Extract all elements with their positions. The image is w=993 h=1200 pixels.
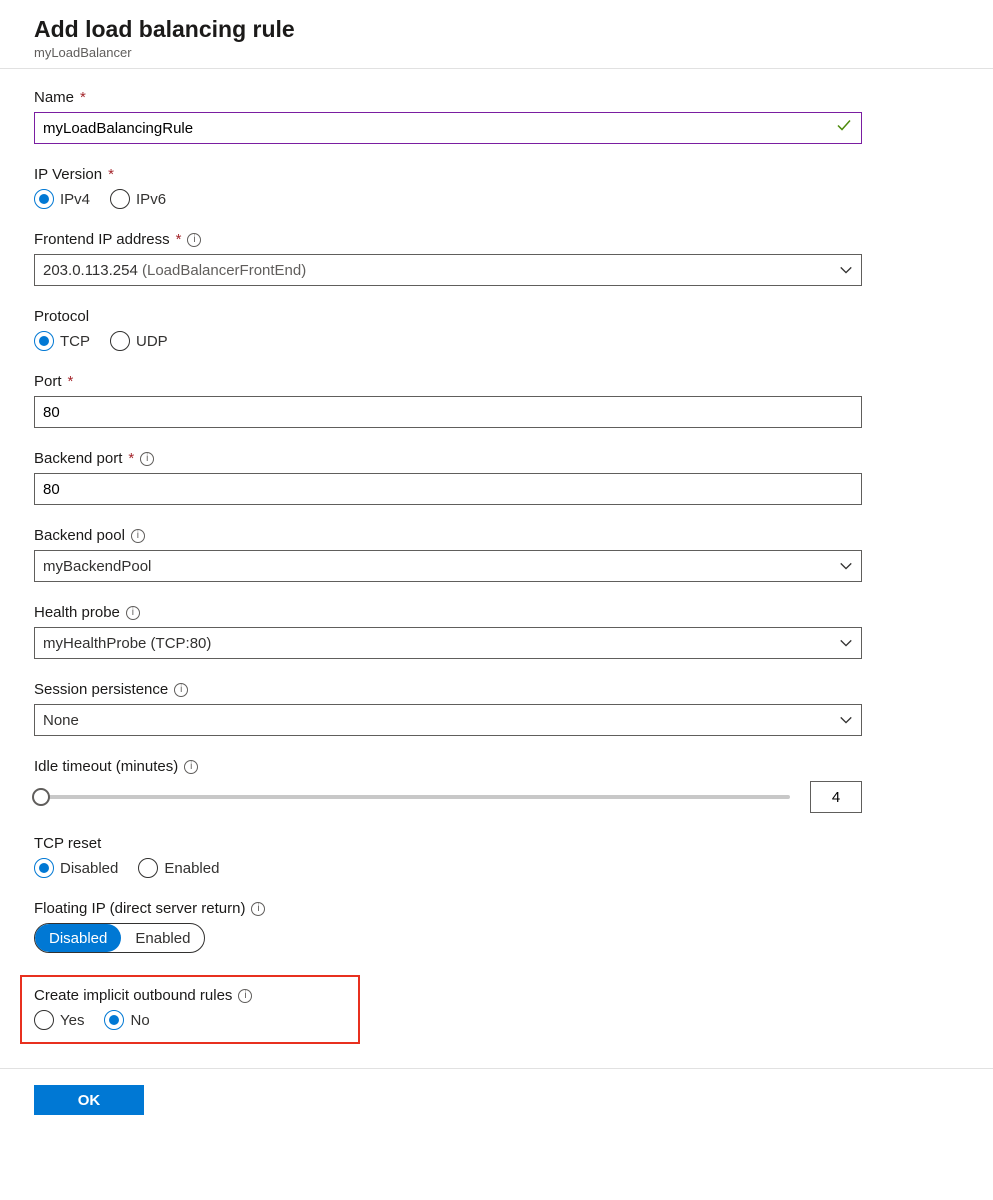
frontend-ip-label: Frontend IP address	[34, 231, 170, 248]
tcp-reset-label: TCP reset	[34, 835, 101, 852]
highlight-outbound-rules: Create implicit outbound rules i Yes No	[20, 975, 360, 1044]
frontend-ip-name: (LoadBalancerFrontEnd)	[138, 262, 306, 279]
radio-label-tcp: TCP	[60, 333, 90, 350]
radio-label-udp: UDP	[136, 333, 168, 350]
field-implicit-outbound: Create implicit outbound rules i Yes No	[34, 987, 346, 1030]
radio-icon	[34, 858, 54, 878]
radio-label-enabled: Enabled	[164, 860, 219, 877]
idle-timeout-label: Idle timeout (minutes)	[34, 758, 178, 775]
field-protocol: Protocol TCP UDP	[34, 308, 959, 351]
backend-pool-label: Backend pool	[34, 527, 125, 544]
session-persistence-value: None	[43, 712, 79, 729]
backend-pool-select[interactable]: myBackendPool	[34, 550, 862, 582]
field-port: Port *	[34, 373, 959, 428]
form-body: Name * IP Version * IPv4 IPv6	[0, 69, 993, 1068]
backend-pool-value: myBackendPool	[43, 558, 151, 575]
field-tcp-reset: TCP reset Disabled Enabled	[34, 835, 959, 878]
slider-thumb[interactable]	[32, 788, 50, 806]
field-backend-port: Backend port * i	[34, 450, 959, 505]
floating-ip-toggle: Disabled Enabled	[34, 923, 205, 953]
health-probe-label: Health probe	[34, 604, 120, 621]
required-marker: *	[80, 89, 86, 106]
session-persistence-select[interactable]: None	[34, 704, 862, 736]
page-subtitle: myLoadBalancer	[34, 45, 993, 60]
radio-icon	[104, 1010, 124, 1030]
info-icon[interactable]: i	[238, 989, 252, 1003]
radio-ipv4[interactable]: IPv4	[34, 189, 90, 209]
info-icon[interactable]: i	[184, 760, 198, 774]
radio-icon	[110, 331, 130, 351]
radio-icon	[138, 858, 158, 878]
field-ip-version: IP Version * IPv4 IPv6	[34, 166, 959, 209]
info-icon[interactable]: i	[131, 529, 145, 543]
idle-timeout-slider[interactable]	[34, 795, 790, 799]
required-marker: *	[176, 231, 182, 248]
field-session-persistence: Session persistence i None	[34, 681, 959, 736]
page-title: Add load balancing rule	[34, 16, 993, 43]
ip-version-label: IP Version	[34, 166, 102, 183]
radio-label-no: No	[130, 1012, 149, 1029]
protocol-label: Protocol	[34, 308, 89, 325]
field-floating-ip: Floating IP (direct server return) i Dis…	[34, 900, 959, 953]
info-icon[interactable]: i	[140, 452, 154, 466]
health-probe-select[interactable]: myHealthProbe (TCP:80)	[34, 627, 862, 659]
frontend-ip-select[interactable]: 203.0.113.254 (LoadBalancerFrontEnd)	[34, 254, 862, 286]
chevron-down-icon	[839, 559, 853, 573]
session-persistence-label: Session persistence	[34, 681, 168, 698]
backend-port-label: Backend port	[34, 450, 122, 467]
radio-tcpreset-enabled[interactable]: Enabled	[138, 858, 219, 878]
field-name: Name *	[34, 89, 959, 144]
footer: OK	[0, 1068, 993, 1131]
radio-outbound-no[interactable]: No	[104, 1010, 149, 1030]
field-health-probe: Health probe i myHealthProbe (TCP:80)	[34, 604, 959, 659]
page-header: Add load balancing rule myLoadBalancer	[0, 0, 993, 69]
radio-icon	[34, 331, 54, 351]
check-icon	[836, 118, 852, 139]
floating-ip-label: Floating IP (direct server return)	[34, 900, 245, 917]
idle-timeout-value-input[interactable]	[810, 781, 862, 813]
info-icon[interactable]: i	[251, 902, 265, 916]
name-input[interactable]	[34, 112, 862, 144]
backend-port-input[interactable]	[34, 473, 862, 505]
required-marker: *	[108, 166, 114, 183]
required-marker: *	[68, 373, 74, 390]
required-marker: *	[128, 450, 134, 467]
radio-icon	[34, 189, 54, 209]
implicit-outbound-label: Create implicit outbound rules	[34, 987, 232, 1004]
radio-icon	[110, 189, 130, 209]
info-icon[interactable]: i	[187, 233, 201, 247]
name-label: Name	[34, 89, 74, 106]
radio-label-yes: Yes	[60, 1012, 84, 1029]
radio-icon	[34, 1010, 54, 1030]
field-frontend-ip: Frontend IP address * i 203.0.113.254 (L…	[34, 231, 959, 286]
toggle-disabled[interactable]: Disabled	[35, 924, 121, 952]
radio-tcp[interactable]: TCP	[34, 331, 90, 351]
field-backend-pool: Backend pool i myBackendPool	[34, 527, 959, 582]
field-idle-timeout: Idle timeout (minutes) i	[34, 758, 959, 813]
frontend-ip-value: 203.0.113.254	[43, 262, 138, 279]
port-label: Port	[34, 373, 62, 390]
radio-ipv6[interactable]: IPv6	[110, 189, 166, 209]
radio-label-disabled: Disabled	[60, 860, 118, 877]
radio-label-ipv6: IPv6	[136, 191, 166, 208]
radio-tcpreset-disabled[interactable]: Disabled	[34, 858, 118, 878]
toggle-enabled[interactable]: Enabled	[121, 924, 204, 952]
info-icon[interactable]: i	[126, 606, 140, 620]
ok-button[interactable]: OK	[34, 1085, 144, 1115]
radio-label-ipv4: IPv4	[60, 191, 90, 208]
port-input[interactable]	[34, 396, 862, 428]
chevron-down-icon	[839, 713, 853, 727]
chevron-down-icon	[839, 636, 853, 650]
health-probe-value: myHealthProbe (TCP:80)	[43, 635, 211, 652]
radio-udp[interactable]: UDP	[110, 331, 168, 351]
chevron-down-icon	[839, 263, 853, 277]
radio-outbound-yes[interactable]: Yes	[34, 1010, 84, 1030]
info-icon[interactable]: i	[174, 683, 188, 697]
